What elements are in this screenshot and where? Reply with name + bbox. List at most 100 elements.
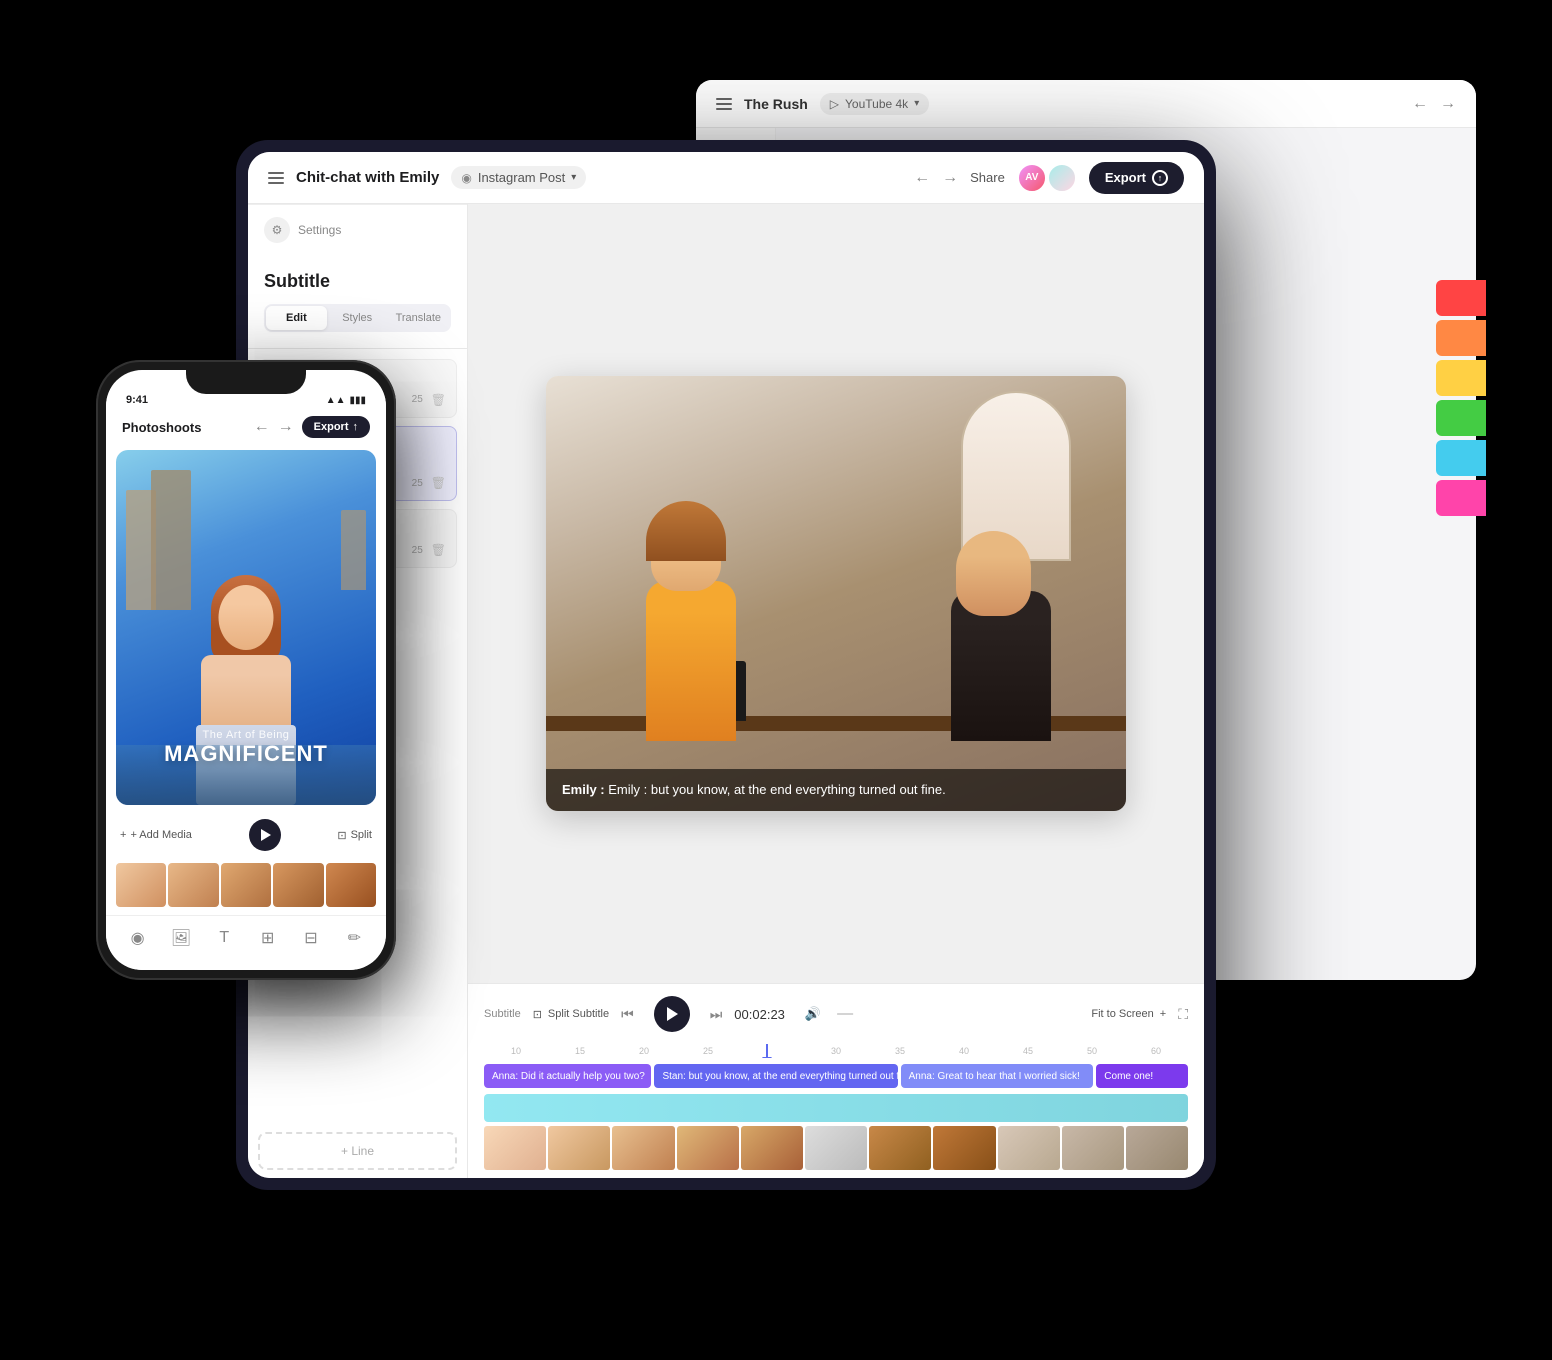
volume-icon[interactable]: 🔊 (805, 1006, 821, 1022)
desktop-nav-controls: ← → (1412, 95, 1456, 113)
split-subtitle-button[interactable]: ⊡ Split Subtitle (533, 1008, 609, 1021)
phone-play-button[interactable] (249, 819, 281, 851)
phone-forward-icon[interactable]: → (278, 418, 294, 436)
timeline-subtitle-label: Subtitle (484, 1008, 521, 1020)
tab-edit[interactable]: Edit (266, 306, 327, 330)
tick-15: 15 (548, 1046, 612, 1056)
thumbnail-11 (1126, 1126, 1188, 1170)
tablet-settings-icon: ⚙ (264, 217, 290, 243)
toolbar-layers-icon[interactable]: ⊞ (254, 924, 282, 952)
building-3 (341, 510, 366, 590)
skip-forward-icon[interactable]: ⏭ (710, 1006, 723, 1023)
timeline-clip-3[interactable]: Anna: Great to hear that I worried sick! (901, 1064, 1094, 1088)
time-display: 00:02:23 (734, 1007, 785, 1022)
tab-styles[interactable]: Styles (327, 306, 388, 330)
phone-thumb-2 (168, 863, 218, 907)
timeline-clip-4[interactable]: Come one! (1096, 1064, 1188, 1088)
split-subtitle-label: Split Subtitle (548, 1008, 609, 1020)
timeline-ruler: 10 15 20 25 30 35 40 45 50 60 (484, 1044, 1188, 1058)
subtitle-num-active: 25 (412, 478, 423, 489)
phone-thumb-5 (326, 863, 376, 907)
tablet-project-title: Chit-chat with Emily (296, 169, 439, 186)
export-label: Export (1105, 170, 1146, 185)
tablet-share-button[interactable]: Share (970, 170, 1005, 185)
timeline-controls: Subtitle ⊡ Split Subtitle ⏮ ⏭ 00:0 (484, 992, 1188, 1036)
timeline-play-button[interactable] (654, 996, 690, 1032)
phone-split-button[interactable]: ⊡ Split (337, 829, 372, 842)
tablet-forward-icon[interactable]: → (942, 169, 958, 187)
play-icon (667, 1007, 678, 1021)
volume-separator: — (837, 1005, 853, 1023)
timeline-playhead (766, 1044, 768, 1058)
phone-thumb-strip (106, 859, 386, 915)
phone-back-icon[interactable]: ← (254, 418, 270, 436)
color-strip-pink (1436, 480, 1486, 516)
tablet-format-selector[interactable]: ◉ Instagram Post ▾ (451, 166, 586, 189)
subtitle-label-text: Subtitle (484, 1008, 521, 1020)
tick-20: 20 (612, 1046, 676, 1056)
thumbnail-3 (612, 1126, 674, 1170)
phone-canvas: The Art of Being MAGNIFICENT (116, 450, 376, 805)
desktop-format-selector[interactable]: ▷ YouTube 4k ▾ (820, 93, 929, 115)
tablet-back-icon[interactable]: ← (914, 169, 930, 187)
fullscreen-icon[interactable]: ⛶ (1178, 1006, 1188, 1023)
phone-split-label: Split (351, 829, 372, 841)
subtitle-delete-3-icon[interactable]: 🗑 (431, 543, 446, 557)
video-preview: Emily : Emily : but you know, at the end… (546, 376, 1126, 811)
timeline-clip-2[interactable]: Stan: but you know, at the end everythin… (654, 1064, 897, 1088)
desktop-forward-icon[interactable]: → (1440, 95, 1456, 113)
phone-thumb-4 (273, 863, 323, 907)
skip-back-icon[interactable]: ⏮ (621, 1006, 634, 1023)
tablet-main: Emily : Emily : but you know, at the end… (468, 204, 1204, 1178)
phone-art-text: The Art of Being (124, 729, 368, 741)
tick-25: 25 (676, 1046, 740, 1056)
tick-45: 45 (996, 1046, 1060, 1056)
phone-export-upload-icon: ↑ (353, 421, 359, 433)
fit-screen-plus: + (1160, 1008, 1166, 1020)
add-media-plus-icon: + (120, 829, 126, 841)
tick-35: 35 (868, 1046, 932, 1056)
phone-device: 9:41 ▲▲ ▮▮▮ Photoshoots ← → Export ↑ (96, 360, 396, 980)
video-subtitle-bar: Emily : Emily : but you know, at the end… (546, 769, 1126, 811)
playhead-indicator (762, 1057, 772, 1058)
phone-add-media-button[interactable]: + + Add Media (120, 829, 192, 841)
color-strip-orange (1436, 320, 1486, 356)
phone-nav-buttons: ← → Export ↑ (254, 416, 370, 438)
thumbnail-1 (484, 1126, 546, 1170)
subtitle-delete-active-icon[interactable]: 🗑 (431, 476, 446, 490)
thumbnail-2 (548, 1126, 610, 1170)
tab-translate[interactable]: Translate (388, 306, 449, 330)
phone-export-button[interactable]: Export ↑ (302, 416, 370, 438)
avatar-photo (1047, 163, 1077, 193)
desktop-menu-icon[interactable] (716, 98, 732, 110)
thumbnail-strip (484, 1126, 1188, 1170)
building-2 (151, 470, 191, 610)
fit-screen-label: Fit to Screen (1091, 1008, 1153, 1020)
thumbnail-6 (805, 1126, 867, 1170)
subtitle-delete-icon[interactable]: 🗑 (431, 393, 446, 407)
subtitle-tabs: Edit Styles Translate (264, 304, 451, 332)
split-icon: ⊡ (533, 1008, 542, 1021)
desktop-back-icon[interactable]: ← (1412, 95, 1428, 113)
color-strip-yellow (1436, 360, 1486, 396)
tablet-menu-icon[interactable] (268, 172, 284, 184)
tick-40: 40 (932, 1046, 996, 1056)
tablet-settings-link[interactable]: ⚙ Settings (248, 204, 467, 255)
add-line-button[interactable]: + Line (258, 1132, 457, 1170)
toolbar-image-icon[interactable]: 🖼 (167, 924, 195, 952)
toolbar-circle-icon[interactable]: ◉ (124, 924, 152, 952)
phone-header: Photoshoots ← → Export ↑ (106, 410, 386, 444)
toolbar-pen-icon[interactable]: ✏ (340, 924, 368, 952)
tablet-export-button[interactable]: Export ↑ (1089, 162, 1184, 194)
add-media-label: + Add Media (130, 829, 191, 841)
video-person-left (626, 501, 756, 741)
tablet-header-right: ← → Share AV Export ↑ (914, 162, 1184, 194)
timeline-clip-1[interactable]: Anna: Did it actually help you two? (484, 1064, 651, 1088)
phone-time: 9:41 (126, 394, 148, 406)
toolbar-text-icon[interactable]: T (210, 924, 238, 952)
tick-10: 10 (484, 1046, 548, 1056)
toolbar-grid-icon[interactable]: ⊟ (297, 924, 325, 952)
fit-screen-button[interactable]: Fit to Screen + (1091, 1008, 1166, 1020)
phone-play-icon (261, 829, 271, 841)
phone-media-bar: + + Add Media ⊡ Split (106, 811, 386, 859)
